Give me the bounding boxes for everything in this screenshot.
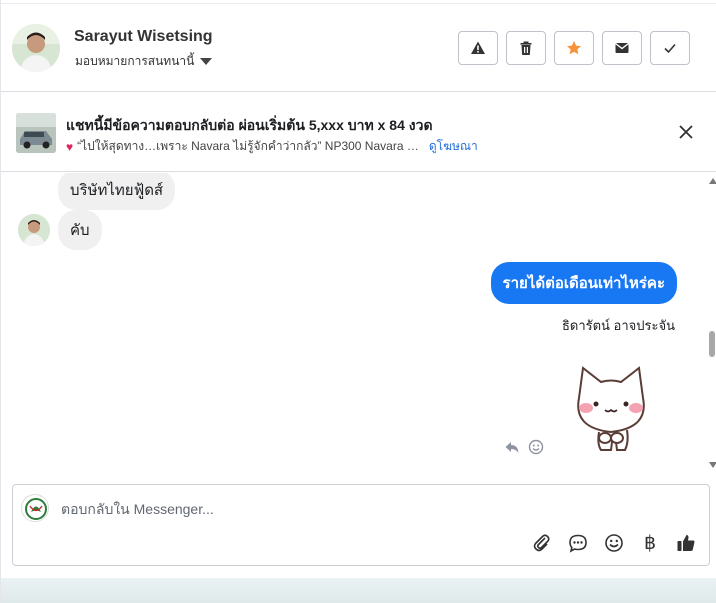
message-tools — [504, 439, 544, 455]
chat-bubble-icon — [569, 534, 587, 553]
report-spam-button[interactable] — [458, 31, 498, 65]
send-like-button[interactable] — [675, 532, 697, 554]
paperclip-icon — [533, 534, 550, 552]
reply-icon[interactable] — [504, 439, 520, 455]
composer-tools: ฿ — [531, 532, 697, 554]
outgoing-message[interactable]: รายได้ต่อเดือนเท่าไหร่คะ — [490, 262, 677, 304]
ad-title: แชทนี้มีข้อความตอบกลับต่อ ผ่อนเริ่มต้น 5… — [66, 117, 433, 133]
baht-icon: ฿ — [643, 532, 657, 554]
star-button[interactable] — [554, 31, 594, 65]
mark-unread-button[interactable] — [602, 31, 642, 65]
react-smiley-icon[interactable] — [528, 439, 544, 455]
reply-input[interactable] — [61, 498, 661, 520]
view-ad-link[interactable]: ดูโฆษณา — [429, 137, 478, 156]
sender-name: ธิดารัตน์ อาจประจัน — [561, 318, 675, 333]
messenger-conversation-panel: Sarayut Wisetsing มอบหมายการสนทนานี้ แชท… — [0, 0, 716, 603]
contact-name[interactable]: Sarayut Wisetsing — [74, 28, 213, 46]
assign-label: มอบหมายการสนทนานี้ — [75, 54, 195, 68]
assign-conversation-dropdown[interactable]: มอบหมายการสนทนานี้ — [75, 52, 213, 71]
ad-reply-banner: แชทนี้มีข้อความตอบกลับต่อ ผ่อนเริ่มต้น 5… — [1, 92, 716, 172]
ad-subtitle-row: ♥ “ไปให้สุดทาง…เพราะ Navara ไม่รู้จักคำว… — [66, 137, 478, 156]
close-icon[interactable] — [677, 123, 695, 141]
payment-button[interactable]: ฿ — [639, 532, 661, 554]
attach-button[interactable] — [531, 532, 553, 554]
header-actions — [458, 31, 690, 65]
reply-composer: ฿ — [12, 484, 710, 566]
incoming-message[interactable]: บริษัทไทยฟู้ดส์ — [58, 173, 176, 210]
thread-scrollbar[interactable] — [707, 173, 716, 473]
mark-done-button[interactable] — [650, 31, 690, 65]
chevron-down-icon — [200, 58, 213, 65]
heart-emoji-icon: ♥ — [66, 139, 74, 154]
warning-icon — [471, 41, 485, 54]
scroll-thumb[interactable] — [709, 331, 715, 357]
ad-subtitle: “ไปให้สุดทาง…เพราะ Navara ไม่รู้จักคำว่า… — [77, 139, 419, 153]
contact-avatar[interactable] — [12, 24, 60, 72]
trash-icon — [520, 41, 532, 55]
check-icon — [664, 43, 676, 54]
contact-avatar-small[interactable] — [18, 214, 50, 246]
page-avatar — [21, 494, 49, 522]
ad-thumbnail[interactable] — [16, 113, 56, 153]
star-icon — [567, 41, 581, 55]
scroll-down-arrow-icon[interactable] — [709, 462, 716, 468]
message-thread: บริษัทไทยฟู้ดส์ คับ รายได้ต่อเดือนเท่าไห… — [1, 173, 709, 473]
cat-sticker[interactable] — [561, 358, 661, 458]
scroll-up-arrow-icon[interactable] — [709, 178, 716, 184]
conversation-header: Sarayut Wisetsing มอบหมายการสนทนานี้ — [1, 4, 716, 92]
delete-button[interactable] — [506, 31, 546, 65]
thumbs-up-icon — [677, 535, 695, 551]
bottom-background-strip — [1, 578, 716, 603]
envelope-icon — [615, 42, 629, 53]
saved-replies-button[interactable] — [567, 532, 589, 554]
incoming-message[interactable]: คับ — [58, 210, 102, 250]
emoji-button[interactable] — [603, 532, 625, 554]
smiley-icon — [605, 534, 623, 552]
